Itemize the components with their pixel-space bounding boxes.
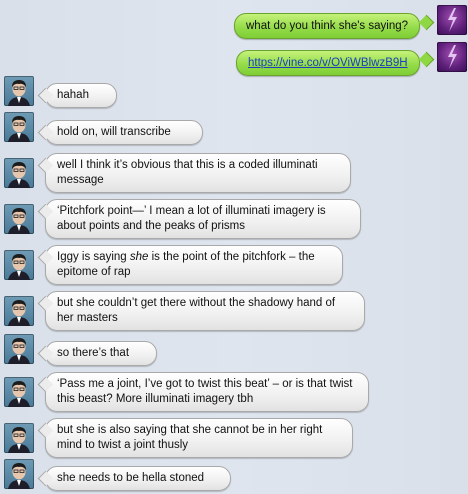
incoming-message-text: ‘Pitchfork point—’ I mean a lot of illum…	[57, 205, 326, 232]
bubble-tail	[418, 51, 435, 68]
outgoing-message-text: what do you think she's saying?	[246, 20, 409, 32]
incoming-message-text: well I think it’s obvious that this is a…	[57, 159, 318, 186]
incoming-message-text: hahah	[57, 89, 89, 101]
my-avatar-icon	[437, 5, 467, 35]
contact-avatar-icon	[4, 112, 34, 142]
incoming-message: so there’s that	[45, 341, 157, 366]
contact-avatar-icon	[4, 377, 34, 407]
bubble-tail	[418, 14, 435, 31]
incoming-message-text: but she couldn’t get there without the s…	[57, 297, 336, 324]
contact-avatar-icon	[4, 296, 34, 326]
incoming-message: but she is also saying that she cannot b…	[45, 418, 353, 458]
incoming-message: ‘Pitchfork point—’ I mean a lot of illum…	[45, 199, 361, 239]
my-avatar-icon	[437, 42, 467, 72]
vine-link[interactable]: https://vine.co/v/OViWBlwzB9H	[248, 57, 408, 69]
contact-avatar-icon	[4, 334, 34, 364]
incoming-message: Iggy is saying she is the point of the p…	[45, 245, 343, 285]
contact-avatar-icon	[4, 250, 34, 280]
contact-avatar-icon	[4, 423, 34, 453]
incoming-message: ‘Pass me a joint, I’ve got to twist this…	[45, 372, 369, 412]
incoming-message: well I think it’s obvious that this is a…	[45, 153, 351, 193]
incoming-message-text: but she is also saying that she cannot b…	[57, 424, 323, 451]
incoming-message-text: Iggy is saying	[57, 251, 130, 263]
contact-avatar-icon	[4, 158, 34, 188]
incoming-message: hold on, will transcribe	[45, 120, 203, 145]
incoming-message-text: she	[129, 251, 149, 263]
incoming-message: hahah	[45, 83, 117, 108]
contact-avatar-icon	[4, 459, 34, 489]
incoming-message-text: so there’s that	[57, 347, 130, 359]
incoming-message-text: ‘Pass me a joint, I’ve got to twist this…	[57, 378, 353, 405]
incoming-message-text: hold on, will transcribe	[57, 126, 171, 138]
contact-avatar-icon	[4, 76, 34, 106]
outgoing-message-link[interactable]: https://vine.co/v/OViWBlwzB9H	[236, 50, 420, 76]
contact-avatar-icon	[4, 204, 34, 234]
incoming-message: but she couldn’t get there without the s…	[45, 291, 365, 331]
incoming-message: she needs to be hella stoned	[45, 466, 231, 491]
outgoing-message: what do you think she's saying?	[234, 13, 421, 39]
incoming-message-text: she needs to be hella stoned	[57, 472, 205, 484]
